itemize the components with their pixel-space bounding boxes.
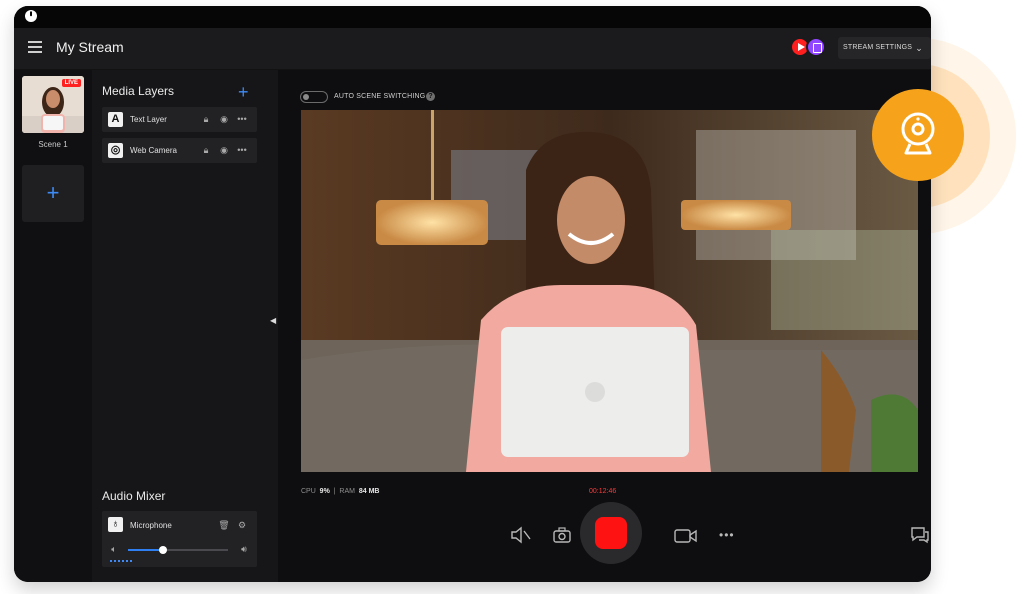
auto-scene-toggle[interactable] [300, 91, 328, 103]
lock-icon[interactable]: 🔒︎ [200, 113, 212, 125]
ram-value: 84 MB [358, 488, 380, 495]
webcam-icon [901, 112, 935, 155]
stream-preview [301, 110, 918, 472]
add-scene-button[interactable]: + [22, 165, 84, 222]
gear-icon[interactable]: ⚙ [236, 519, 248, 531]
mute-audio-icon[interactable] [510, 526, 532, 544]
layer-row-camera[interactable]: ◎ Web Camera 🔒︎ ◉ ••• [102, 138, 257, 163]
audio-level-meter [110, 560, 132, 562]
volume-slider-fill [128, 549, 163, 551]
add-layer-button[interactable]: + [238, 82, 249, 103]
layer-row-text[interactable]: A Text Layer 🔒︎ ◉ ••• [102, 107, 257, 132]
stream-settings-label: STREAM SETTINGS [843, 44, 913, 51]
menu-icon[interactable] [28, 41, 42, 53]
record-stop-icon [595, 517, 627, 549]
cpu-value: 9% [319, 488, 330, 495]
eye-icon[interactable]: ◉ [218, 113, 230, 125]
top-strip [14, 6, 931, 28]
text-layer-icon: A [108, 112, 123, 127]
scene-thumbnail[interactable]: LIVE [22, 76, 84, 133]
trash-icon[interactable]: 🗑︎ [218, 519, 230, 531]
stream-preview-image [301, 110, 918, 472]
lock-icon[interactable]: 🔒︎ [200, 144, 212, 156]
volume-low-icon: 🔈︎ [111, 544, 117, 554]
more-icon[interactable]: ••• [236, 113, 248, 125]
live-badge: LIVE [61, 79, 81, 87]
record-button[interactable] [580, 502, 642, 564]
app-logo-icon [25, 10, 37, 22]
scene-label: Scene 1 [38, 140, 68, 149]
mixer-row-microphone: ♁ Microphone 🗑︎ ⚙ 🔈︎ 🔊︎ [102, 511, 257, 567]
layer-name: Web Camera [130, 146, 177, 155]
snapshot-camera-icon[interactable] [552, 526, 572, 544]
media-layers-panel: Media Layers + A Text Layer 🔒︎ ◉ ••• ◎ W… [92, 70, 278, 582]
more-options-icon[interactable]: ••• [719, 528, 735, 542]
stream-settings-button[interactable]: STREAM SETTINGS ⌄ [838, 37, 931, 59]
performance-stats: CPU 9% | RAM 84 MB [301, 488, 380, 495]
page-title: My Stream [56, 39, 124, 55]
chat-icon[interactable] [909, 526, 931, 544]
help-icon[interactable]: ? [426, 92, 435, 101]
mixer-channel-name: Microphone [130, 521, 172, 530]
scenes-panel: LIVE Scene 1 + [14, 70, 92, 582]
layer-name: Text Layer [130, 115, 167, 124]
header-bar: My Stream STREAM SETTINGS ⌄ [14, 28, 931, 70]
cpu-label: CPU [301, 488, 316, 495]
more-icon[interactable]: ••• [236, 144, 248, 156]
audio-mixer-title: Audio Mixer [102, 489, 166, 503]
microphone-icon: ♁ [108, 517, 123, 532]
volume-slider-knob[interactable] [159, 546, 167, 554]
chevron-down-icon: ⌄ [915, 43, 923, 53]
app-window: My Stream STREAM SETTINGS ⌄ LIVE Scene 1… [14, 6, 931, 582]
video-camera-icon[interactable] [674, 528, 698, 544]
twitch-icon[interactable] [806, 37, 826, 57]
eye-icon[interactable]: ◉ [218, 144, 230, 156]
volume-high-icon: 🔊︎ [241, 544, 247, 554]
collapse-panel-arrow-icon[interactable]: ◀ [270, 316, 276, 325]
stage-area: AUTO SCENE SWITCHING ? CPU 9% | RAM 84 M… [278, 70, 931, 582]
recording-timer: 00:12:46 [589, 488, 617, 495]
auto-scene-label: AUTO SCENE SWITCHING [334, 93, 426, 100]
media-layers-title: Media Layers [102, 84, 175, 98]
ram-label: RAM [339, 488, 355, 495]
web-camera-icon: ◎ [108, 143, 123, 158]
volume-slider[interactable] [128, 546, 228, 554]
webcam-feature-badge [872, 89, 964, 181]
